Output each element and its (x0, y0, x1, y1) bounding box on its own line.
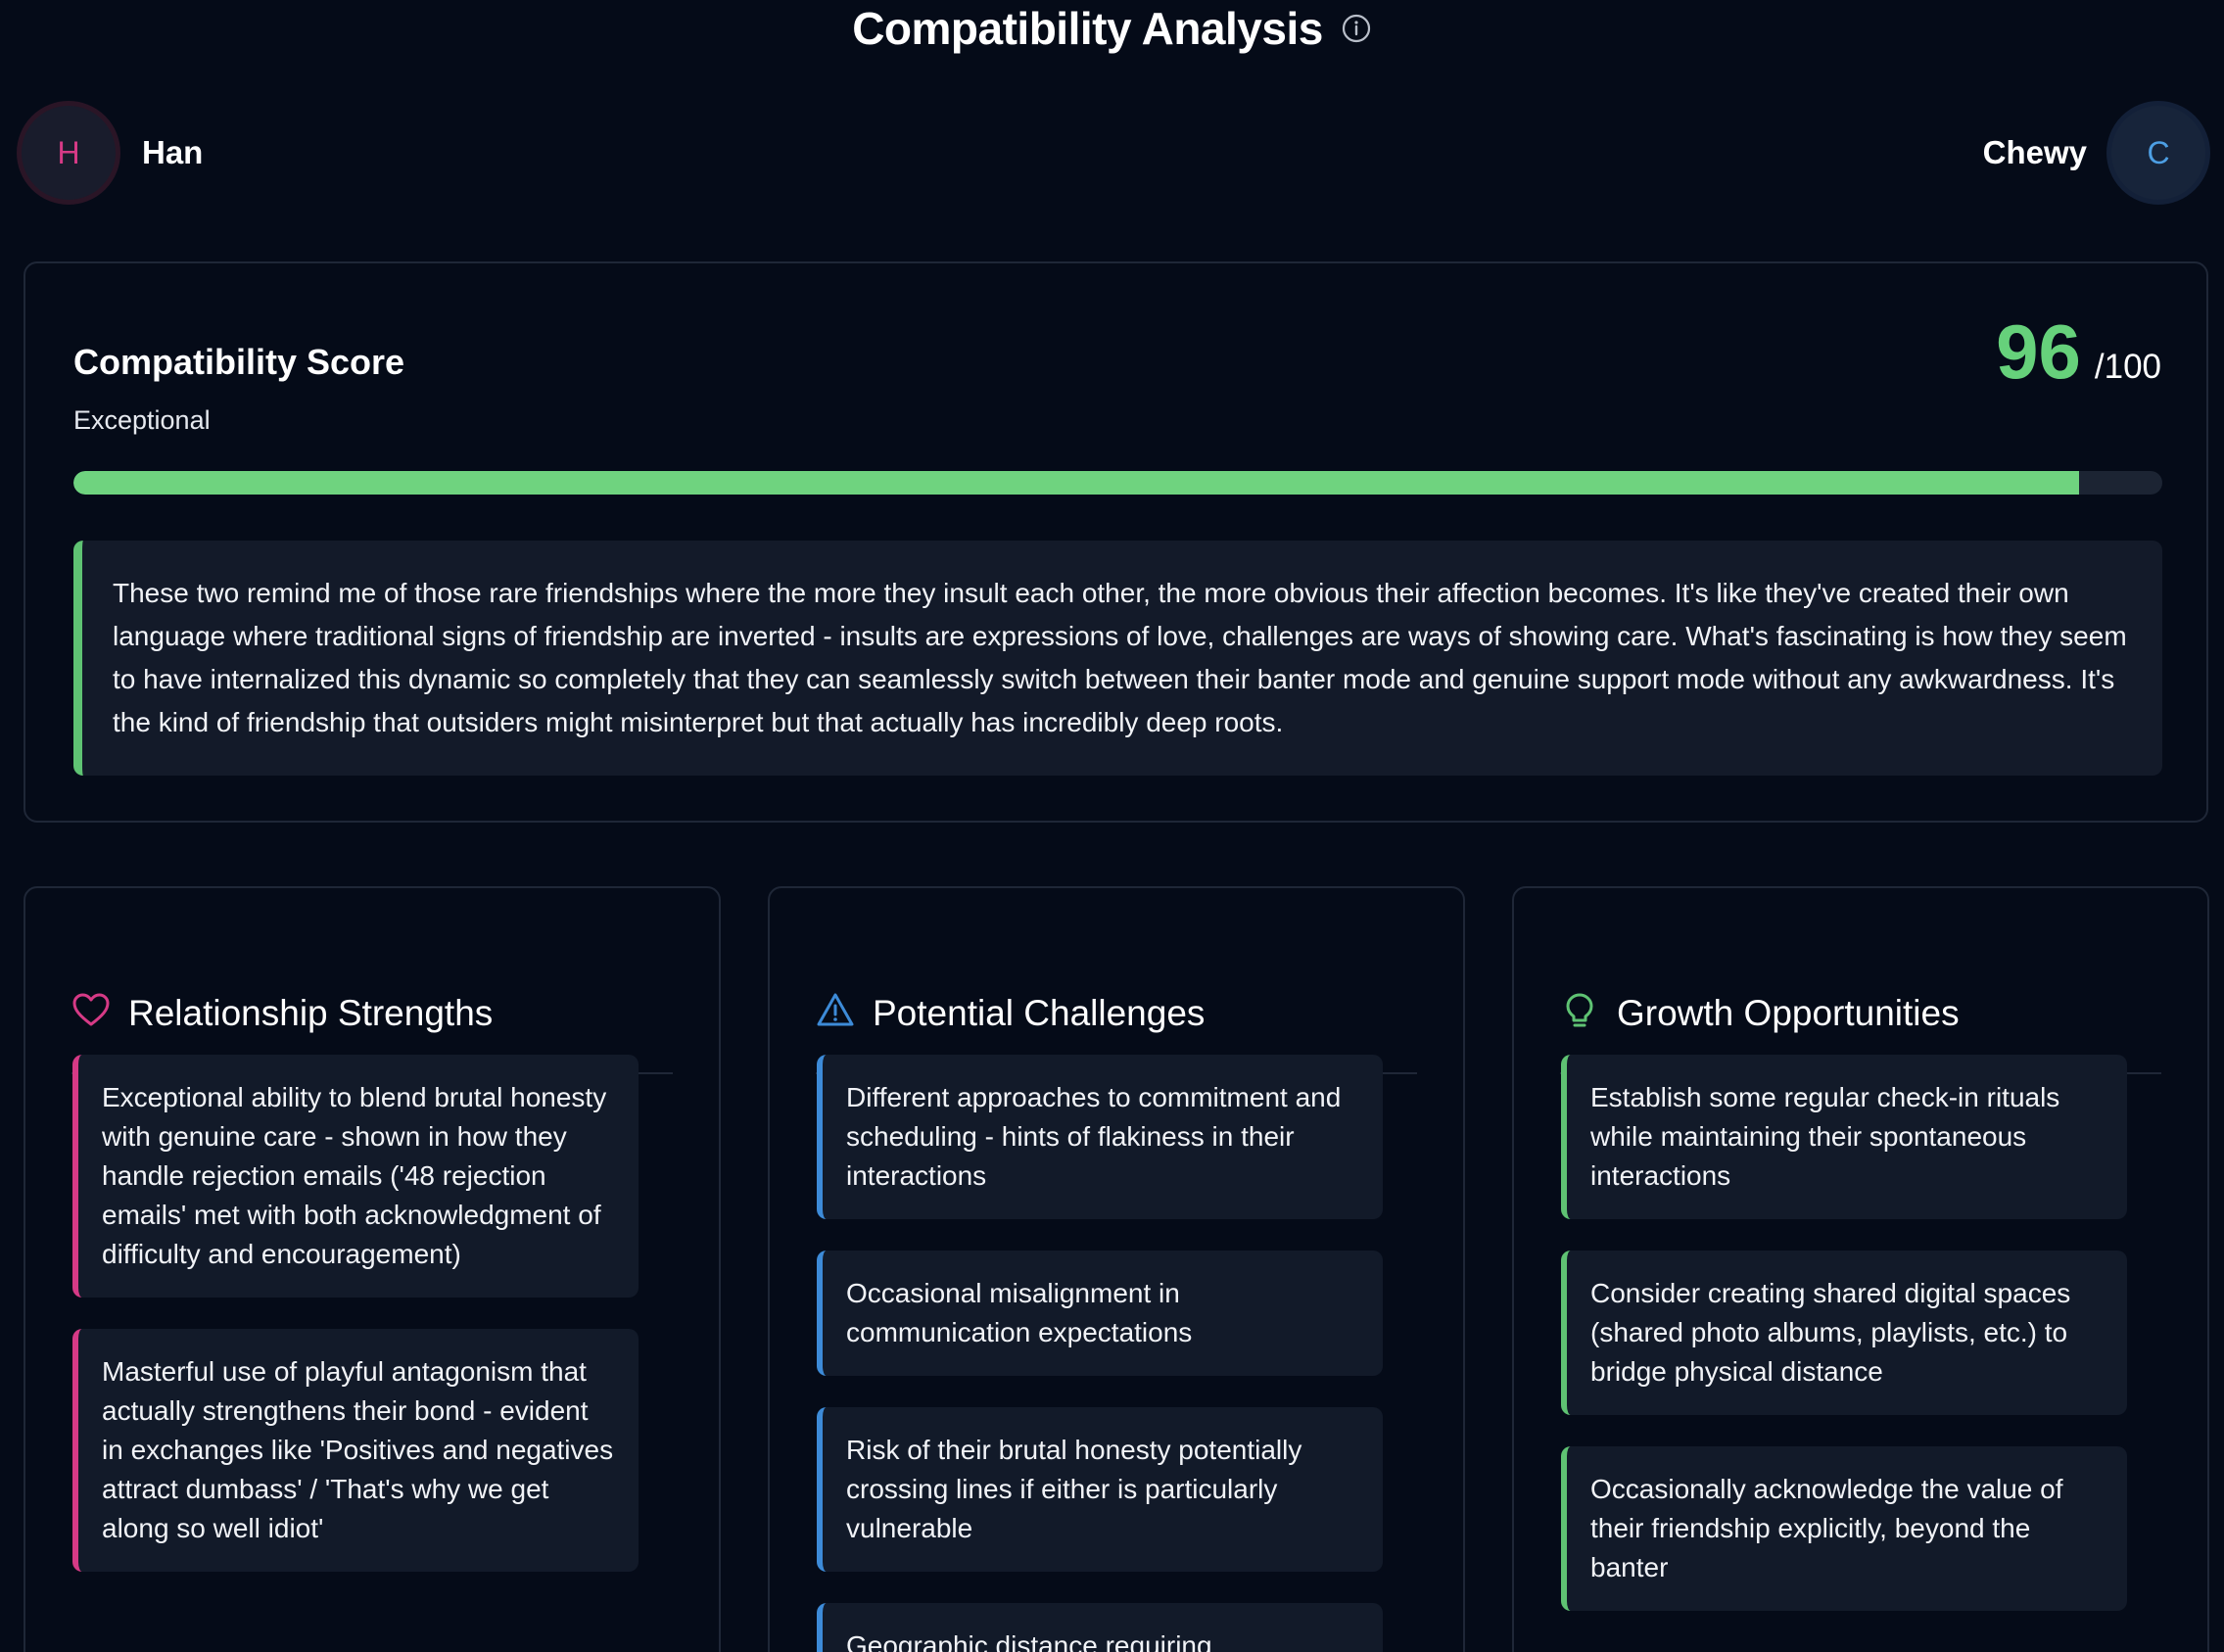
lightbulb-icon (1560, 991, 1599, 1035)
title-row: Compatibility Analysis (0, 0, 2224, 57)
score-number: 96 (1996, 308, 2081, 395)
person-name-left: Han (142, 134, 204, 170)
list-item: Different approaches to commitment and s… (817, 1055, 1383, 1219)
person-left: H Han (17, 96, 203, 210)
compatibility-page: Compatibility Analysis H Han Chewy C Com… (0, 0, 2224, 1652)
person-name-right: Chewy (1982, 134, 2087, 170)
page-title: Compatibility Analysis (852, 3, 1323, 54)
list-item: Occasionally acknowledge the value of th… (1561, 1446, 2127, 1611)
score-max: /100 (2094, 348, 2161, 386)
score-summary: These two remind me of those rare friend… (73, 541, 2162, 776)
score-progress-fill (73, 471, 2079, 495)
challenges-list: Different approaches to commitment and s… (817, 1055, 1383, 1652)
heart-icon (71, 991, 111, 1035)
score-title: Compatibility Score (73, 342, 405, 382)
list-item: Consider creating shared digital spaces … (1561, 1251, 2127, 1415)
info-icon[interactable] (1341, 13, 1372, 44)
list-item: Risk of their brutal honesty potentially… (817, 1407, 1383, 1572)
avatar: C (2106, 101, 2210, 205)
list-item: Occasional misalignment in communication… (817, 1251, 1383, 1376)
avatar: H (17, 101, 120, 205)
strengths-list: Exceptional ability to blend brutal hone… (72, 1055, 639, 1603)
growth-list: Establish some regular check-in rituals … (1561, 1055, 2127, 1642)
challenges-header: Potential Challenges (816, 937, 1417, 1074)
score-value: 96 /100 (1996, 307, 2161, 397)
strengths-panel: Relationship Strengths Exceptional abili… (24, 886, 721, 1652)
person-right: Chewy C (1983, 96, 2210, 210)
list-item: Exceptional ability to blend brutal hone… (72, 1055, 639, 1298)
growth-title: Growth Opportunities (1617, 992, 1960, 1033)
strengths-header: Relationship Strengths (71, 937, 673, 1074)
list-item: Establish some regular check-in rituals … (1561, 1055, 2127, 1219)
score-progress-bar (73, 471, 2162, 495)
score-label: Exceptional (73, 405, 211, 435)
challenges-panel: Potential Challenges Different approache… (768, 886, 1465, 1652)
list-item: Geographic distance requiring (817, 1603, 1383, 1652)
growth-panel: Growth Opportunities Establish some regu… (1512, 886, 2209, 1652)
list-item: Masterful use of playful antagonism that… (72, 1329, 639, 1572)
warning-triangle-icon (816, 991, 855, 1035)
score-card: Compatibility Score Exceptional 96 /100 … (24, 261, 2208, 823)
strengths-title: Relationship Strengths (128, 992, 494, 1033)
challenges-title: Potential Challenges (873, 992, 1206, 1033)
growth-header: Growth Opportunities (1560, 937, 2161, 1074)
